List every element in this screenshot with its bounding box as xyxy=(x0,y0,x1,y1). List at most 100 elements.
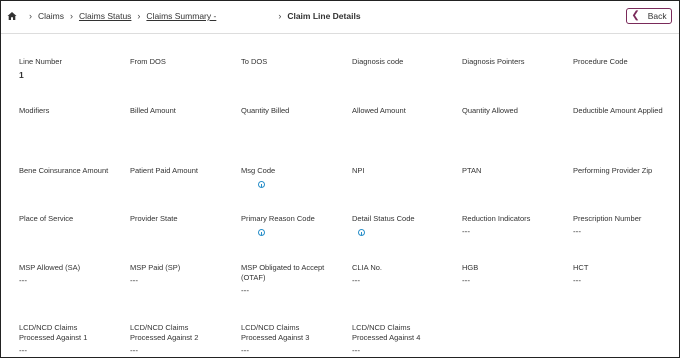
field-label: PTAN xyxy=(462,166,482,175)
field-value: --- xyxy=(573,276,581,285)
field-value: 1 xyxy=(19,70,24,80)
breadcrumb-separator: › xyxy=(69,11,73,21)
field-diagnosis-code: Diagnosis code xyxy=(352,57,456,67)
breadcrumb-separator: › xyxy=(29,11,32,21)
field-msp-paid: MSP Paid (SP) --- xyxy=(130,263,234,286)
field-lcd-ncd-4: LCD/NCD Claims Processed Against 4 --- xyxy=(352,323,442,356)
field-label: LCD/NCD Claims Processed Against 3 xyxy=(241,323,310,342)
field-diagnosis-pointers: Diagnosis Pointers xyxy=(462,57,566,67)
field-value: --- xyxy=(352,276,360,285)
field-value: --- xyxy=(462,276,470,285)
field-lcd-ncd-3: LCD/NCD Claims Processed Against 3 --- xyxy=(241,323,331,356)
field-value: --- xyxy=(130,276,138,285)
field-label: Quantity Allowed xyxy=(462,106,518,115)
field-lcd-ncd-1: LCD/NCD Claims Processed Against 1 --- xyxy=(19,323,109,356)
field-label: Performing Provider Zip xyxy=(573,166,653,175)
field-procedure-code: Procedure Code xyxy=(573,57,677,67)
field-msg-code: Msg Code xyxy=(241,166,345,188)
field-label: HGB xyxy=(462,263,479,272)
field-label: LCD/NCD Claims Processed Against 2 xyxy=(130,323,199,342)
field-quantity-billed: Quantity Billed xyxy=(241,106,345,116)
field-value: --- xyxy=(19,276,27,285)
field-label: Line Number xyxy=(19,57,62,66)
field-label: LCD/NCD Claims Processed Against 1 xyxy=(19,323,88,342)
field-label: Modifiers xyxy=(19,106,50,115)
field-lcd-ncd-2: LCD/NCD Claims Processed Against 2 --- xyxy=(130,323,220,356)
breadcrumb-separator: › xyxy=(137,11,141,21)
field-msp-allowed: MSP Allowed (SA) --- xyxy=(19,263,123,286)
info-icon[interactable] xyxy=(358,229,365,236)
field-ptan: PTAN xyxy=(462,166,566,176)
field-label: Prescription Number xyxy=(573,214,642,223)
field-label: To DOS xyxy=(241,57,268,66)
field-value: --- xyxy=(241,286,249,295)
field-primary-reason-code: Primary Reason Code xyxy=(241,214,345,236)
breadcrumb-claims[interactable]: Claims xyxy=(38,11,64,21)
back-button[interactable]: ❮ Back xyxy=(626,8,672,24)
field-npi: NPI xyxy=(352,166,456,176)
breadcrumb-separator: › xyxy=(278,11,282,21)
field-deductible-amount-applied: Deductible Amount Applied xyxy=(573,106,673,116)
field-value: --- xyxy=(130,346,138,355)
field-label: Diagnosis Pointers xyxy=(462,57,525,66)
home-icon[interactable] xyxy=(7,11,17,21)
top-bar: › Claims › Claims Status › Claims Summar… xyxy=(1,1,679,33)
back-button-label: Back xyxy=(647,11,667,21)
field-allowed-amount: Allowed Amount xyxy=(352,106,456,116)
info-icon[interactable] xyxy=(258,181,265,188)
header-divider xyxy=(1,33,679,34)
field-label: Place of Service xyxy=(19,214,74,223)
breadcrumb-current: Claim Line Details xyxy=(287,11,361,21)
field-label: Bene Coinsurance Amount xyxy=(19,166,109,175)
field-label: MSP Paid (SP) xyxy=(130,263,181,272)
field-patient-paid-amount: Patient Paid Amount xyxy=(130,166,234,176)
field-label: HCT xyxy=(573,263,589,272)
field-label: Provider State xyxy=(130,214,178,223)
field-label: MSP Obligated to Accept (OTAF) xyxy=(241,263,325,282)
breadcrumb-claims-status[interactable]: Claims Status xyxy=(79,11,131,21)
field-value: --- xyxy=(19,346,27,355)
field-label: MSP Allowed (SA) xyxy=(19,263,81,272)
field-provider-state: Provider State xyxy=(130,214,234,224)
field-reduction-indicators: Reduction Indicators --- xyxy=(462,214,566,237)
field-label: Detail Status Code xyxy=(352,214,415,223)
field-bene-coinsurance-amount: Bene Coinsurance Amount xyxy=(19,166,123,176)
field-modifiers: Modifiers xyxy=(19,106,123,116)
field-value: --- xyxy=(352,346,360,355)
field-line-number: Line Number 1 xyxy=(19,57,123,80)
field-detail-status-code: Detail Status Code xyxy=(352,214,456,236)
field-label: LCD/NCD Claims Processed Against 4 xyxy=(352,323,421,342)
field-place-of-service: Place of Service xyxy=(19,214,123,224)
field-label: Quantity Billed xyxy=(241,106,290,115)
field-from-dos: From DOS xyxy=(130,57,234,67)
chevron-left-icon: ❮ xyxy=(631,10,640,21)
field-quantity-allowed: Quantity Allowed xyxy=(462,106,566,116)
field-clia-no: CLIA No. --- xyxy=(352,263,456,286)
field-value: --- xyxy=(573,227,581,236)
field-label: Primary Reason Code xyxy=(241,214,315,223)
field-label: NPI xyxy=(352,166,365,175)
field-billed-amount: Billed Amount xyxy=(130,106,234,116)
field-performing-provider-zip: Performing Provider Zip xyxy=(573,166,677,176)
field-label: CLIA No. xyxy=(352,263,383,272)
field-label: From DOS xyxy=(130,57,166,66)
field-label: Deductible Amount Applied xyxy=(573,106,663,115)
field-label: Diagnosis code xyxy=(352,57,404,66)
field-value: --- xyxy=(241,346,249,355)
breadcrumb-claims-summary[interactable]: Claims Summary - xyxy=(146,11,216,21)
field-label: Allowed Amount xyxy=(352,106,406,115)
field-prescription-number: Prescription Number --- xyxy=(573,214,677,237)
field-label: Procedure Code xyxy=(573,57,628,66)
field-label: Reduction Indicators xyxy=(462,214,531,223)
field-hgb: HGB --- xyxy=(462,263,566,286)
page-frame: › Claims › Claims Status › Claims Summar… xyxy=(0,0,680,358)
field-msp-obligated-to-accept: MSP Obligated to Accept (OTAF) --- xyxy=(241,263,341,296)
field-label: Patient Paid Amount xyxy=(130,166,198,175)
info-icon[interactable] xyxy=(258,229,265,236)
field-to-dos: To DOS xyxy=(241,57,345,67)
field-value: --- xyxy=(462,227,470,236)
field-label: Billed Amount xyxy=(130,106,176,115)
field-label: Msg Code xyxy=(241,166,276,175)
field-hct: HCT --- xyxy=(573,263,677,286)
breadcrumb: › Claims › Claims Status › Claims Summar… xyxy=(7,11,361,21)
